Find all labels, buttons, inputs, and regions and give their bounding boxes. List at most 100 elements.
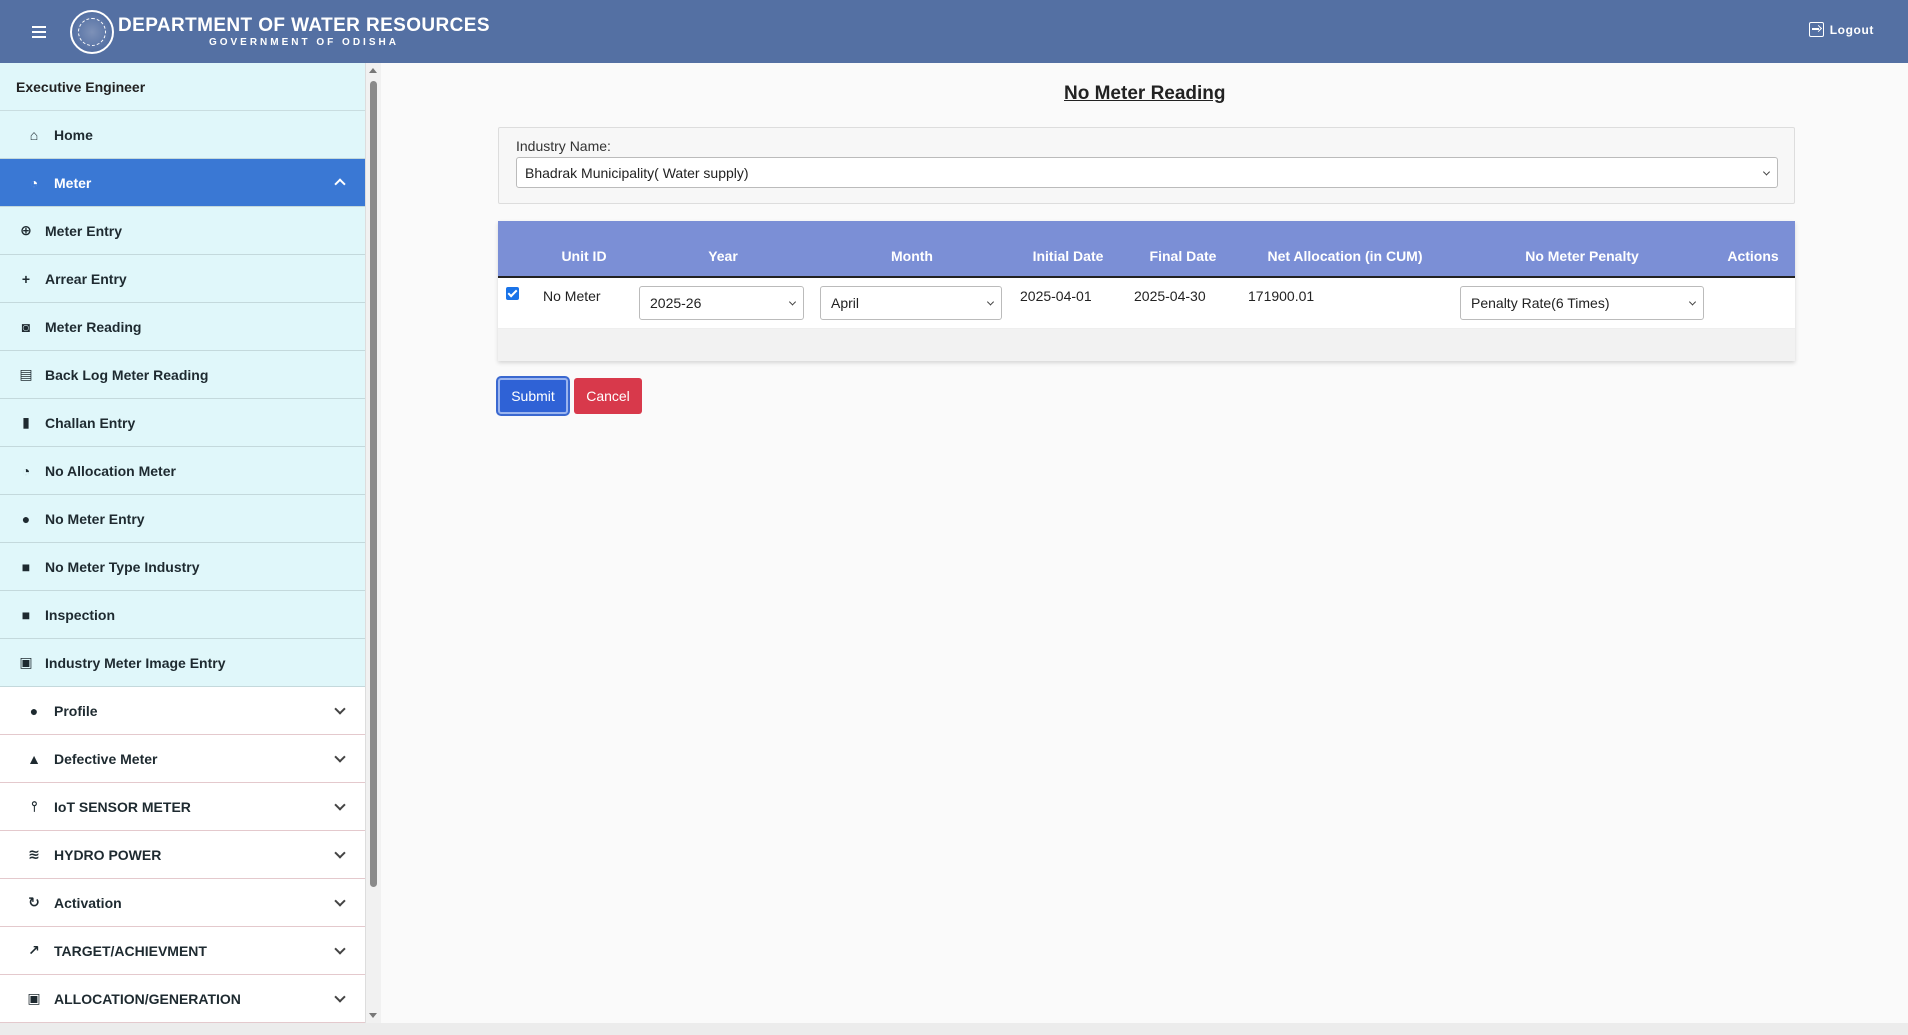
home-icon: ⌂: [29, 126, 39, 143]
scrollbar-thumb[interactable]: [370, 81, 377, 887]
sidebar-item-inspection[interactable]: ■ Inspection: [0, 591, 365, 639]
submit-button[interactable]: Submit: [498, 378, 568, 414]
user-role: Executive Engineer: [0, 63, 365, 111]
warning-icon: ▲: [27, 750, 41, 767]
penalty-select-value: Penalty Rate(6 Times): [1471, 295, 1610, 311]
briefcase-icon: ■: [21, 606, 31, 623]
month-select[interactable]: April: [820, 286, 1002, 320]
document-icon: ▮: [22, 414, 30, 430]
sidebar-item-label: Arrear Entry: [45, 270, 127, 287]
scroll-down-arrow-icon[interactable]: [369, 1013, 377, 1018]
chevron-down-icon: [986, 298, 995, 306]
odisha-emblem-logo: [70, 9, 114, 54]
chevron-down-icon: [334, 751, 346, 763]
meter-icon: ◔: [29, 174, 39, 191]
month-select-value: April: [831, 295, 860, 311]
table-header: Unit ID Year Month Initial Date Final Da…: [498, 221, 1795, 278]
chevron-down-icon: [1762, 167, 1771, 176]
meter-icon: ◔: [21, 462, 31, 479]
sidebar-item-back-log-meter-reading[interactable]: ▤ Back Log Meter Reading: [0, 351, 365, 399]
initial-date-cell: 2025-04-01: [1020, 288, 1092, 304]
column-header-no-meter-penalty: No Meter Penalty: [1525, 248, 1639, 264]
sidebar-item-no-meter-entry[interactable]: ● No Meter Entry: [0, 495, 365, 543]
sidebar-item-no-meter-type-industry[interactable]: ■ No Meter Type Industry: [0, 543, 365, 591]
add-photo-icon: ▣: [19, 654, 33, 670]
sidebar-item-allocation-generation[interactable]: ▣ ALLOCATION/GENERATION: [0, 975, 365, 1023]
brand-subtitle: GOVERNMENT OF ODISHA: [208, 36, 399, 48]
sidebar-item-label: Industry Meter Image Entry: [45, 654, 226, 671]
no-meter-table: Unit ID Year Month Initial Date Final Da…: [498, 221, 1795, 361]
sidebar-item-label: Profile: [54, 702, 98, 719]
column-header-year: Year: [708, 248, 738, 264]
sidebar: Executive Engineer ⌂ Home ◔ Meter ⊕ Mete…: [0, 63, 366, 1023]
column-header-month: Month: [891, 248, 933, 264]
sidebar-item-meter[interactable]: ◔ Meter: [0, 159, 365, 207]
horizontal-scrollbar[interactable]: [0, 1023, 1908, 1035]
sidebar-item-meter-reading[interactable]: ◙ Meter Reading: [0, 303, 365, 351]
sidebar-item-label: No Allocation Meter: [45, 462, 176, 479]
sidebar-item-home[interactable]: ⌂ Home: [0, 111, 365, 159]
sidebar-item-hydro-power[interactable]: ≋ HYDRO POWER: [0, 831, 365, 879]
no-meter-penalty-select[interactable]: Penalty Rate(6 Times): [1460, 286, 1704, 320]
sidebar-item-activation[interactable]: ↻ Activation: [0, 879, 365, 927]
industry-select-value: Bhadrak Municipality( Water supply): [525, 164, 749, 181]
final-date-cell: 2025-04-30: [1134, 288, 1206, 304]
sidebar-item-profile[interactable]: ● Profile: [0, 687, 365, 735]
industry-select[interactable]: Bhadrak Municipality( Water supply): [516, 157, 1778, 188]
plus-icon: +: [21, 270, 31, 287]
brand: DEPARTMENT OF WATER RESOURCES GOVERNMENT…: [118, 15, 490, 49]
logout-button[interactable]: Logout: [1808, 22, 1874, 37]
sidebar-item-label: Activation: [54, 894, 122, 911]
year-select-value: 2025-26: [650, 295, 702, 311]
sidebar-item-label: Home: [54, 126, 93, 143]
sidebar-item-label: No Meter Type Industry: [45, 558, 200, 575]
sidebar-item-target-achievment[interactable]: ↗ TARGET/ACHIEVMENT: [0, 927, 365, 975]
menu-toggle-icon[interactable]: [32, 25, 52, 38]
sidebar-item-iot-sensor-meter[interactable]: ⫯ IoT SENSOR METER: [0, 783, 365, 831]
sidebar-item-defective-meter[interactable]: ▲ Defective Meter: [0, 735, 365, 783]
logout-label: Logout: [1829, 22, 1874, 37]
page-title: No Meter Reading: [1064, 83, 1226, 104]
plus-circle-icon: ⊕: [20, 222, 32, 238]
image-search-icon: ◙: [21, 318, 31, 335]
chevron-down-icon: [334, 847, 346, 859]
column-header-actions: Actions: [1727, 248, 1779, 264]
brand-title: DEPARTMENT OF WATER RESOURCES: [118, 14, 490, 36]
unit-id-cell: No Meter: [543, 288, 601, 304]
sidebar-item-industry-meter-image-entry[interactable]: ▣ Industry Meter Image Entry: [0, 639, 365, 687]
sidebar-item-no-allocation-meter[interactable]: ◔ No Allocation Meter: [0, 447, 365, 495]
column-header-final-date: Final Date: [1149, 248, 1217, 264]
library-icon: ▤: [19, 366, 33, 382]
sidebar-item-challan-entry[interactable]: ▮ Challan Entry: [0, 399, 365, 447]
search-document-icon: ▣: [27, 990, 41, 1006]
column-header-net-allocation: Net Allocation (in CUM): [1267, 248, 1423, 264]
cancel-button[interactable]: Cancel: [574, 378, 642, 414]
chevron-down-icon: [334, 895, 346, 907]
industry-filter-card: Industry Name: Bhadrak Municipality( Wat…: [498, 127, 1795, 204]
chevron-down-icon: [334, 943, 346, 955]
sidebar-item-label: Challan Entry: [45, 414, 136, 431]
trending-icon: ↗: [28, 942, 40, 958]
logout-icon: [1808, 22, 1824, 37]
sidebar-item-label: Inspection: [45, 606, 116, 623]
sensor-icon: ⫯: [30, 798, 38, 814]
row-select-checkbox[interactable]: [506, 287, 519, 300]
column-header-initial-date: Initial Date: [1032, 248, 1104, 264]
sidebar-item-label: Meter Reading: [45, 318, 142, 335]
year-select[interactable]: 2025-26: [639, 286, 804, 320]
sidebar-item-arrear-entry[interactable]: + Arrear Entry: [0, 255, 365, 303]
alert-circle-icon: ●: [21, 510, 31, 527]
sidebar-item-label: Defective Meter: [54, 750, 158, 767]
scroll-up-arrow-icon[interactable]: [369, 68, 377, 73]
column-header-unit-id: Unit ID: [561, 248, 607, 264]
sidebar-item-meter-entry[interactable]: ⊕ Meter Entry: [0, 207, 365, 255]
chevron-down-icon: [334, 703, 346, 715]
sidebar-item-label: No Meter Entry: [45, 510, 145, 527]
sidebar-item-label: Meter Entry: [45, 222, 123, 239]
sidebar-scrollbar[interactable]: [366, 63, 381, 1023]
table-row: No Meter 2025-26 April 2025-04-01 2025-0…: [498, 278, 1795, 329]
chevron-down-icon: [1688, 298, 1697, 306]
sidebar-item-label: TARGET/ACHIEVMENT: [54, 942, 207, 959]
sidebar-item-label: ALLOCATION/GENERATION: [54, 990, 241, 1007]
app-header: DEPARTMENT OF WATER RESOURCES GOVERNMENT…: [0, 0, 1908, 63]
